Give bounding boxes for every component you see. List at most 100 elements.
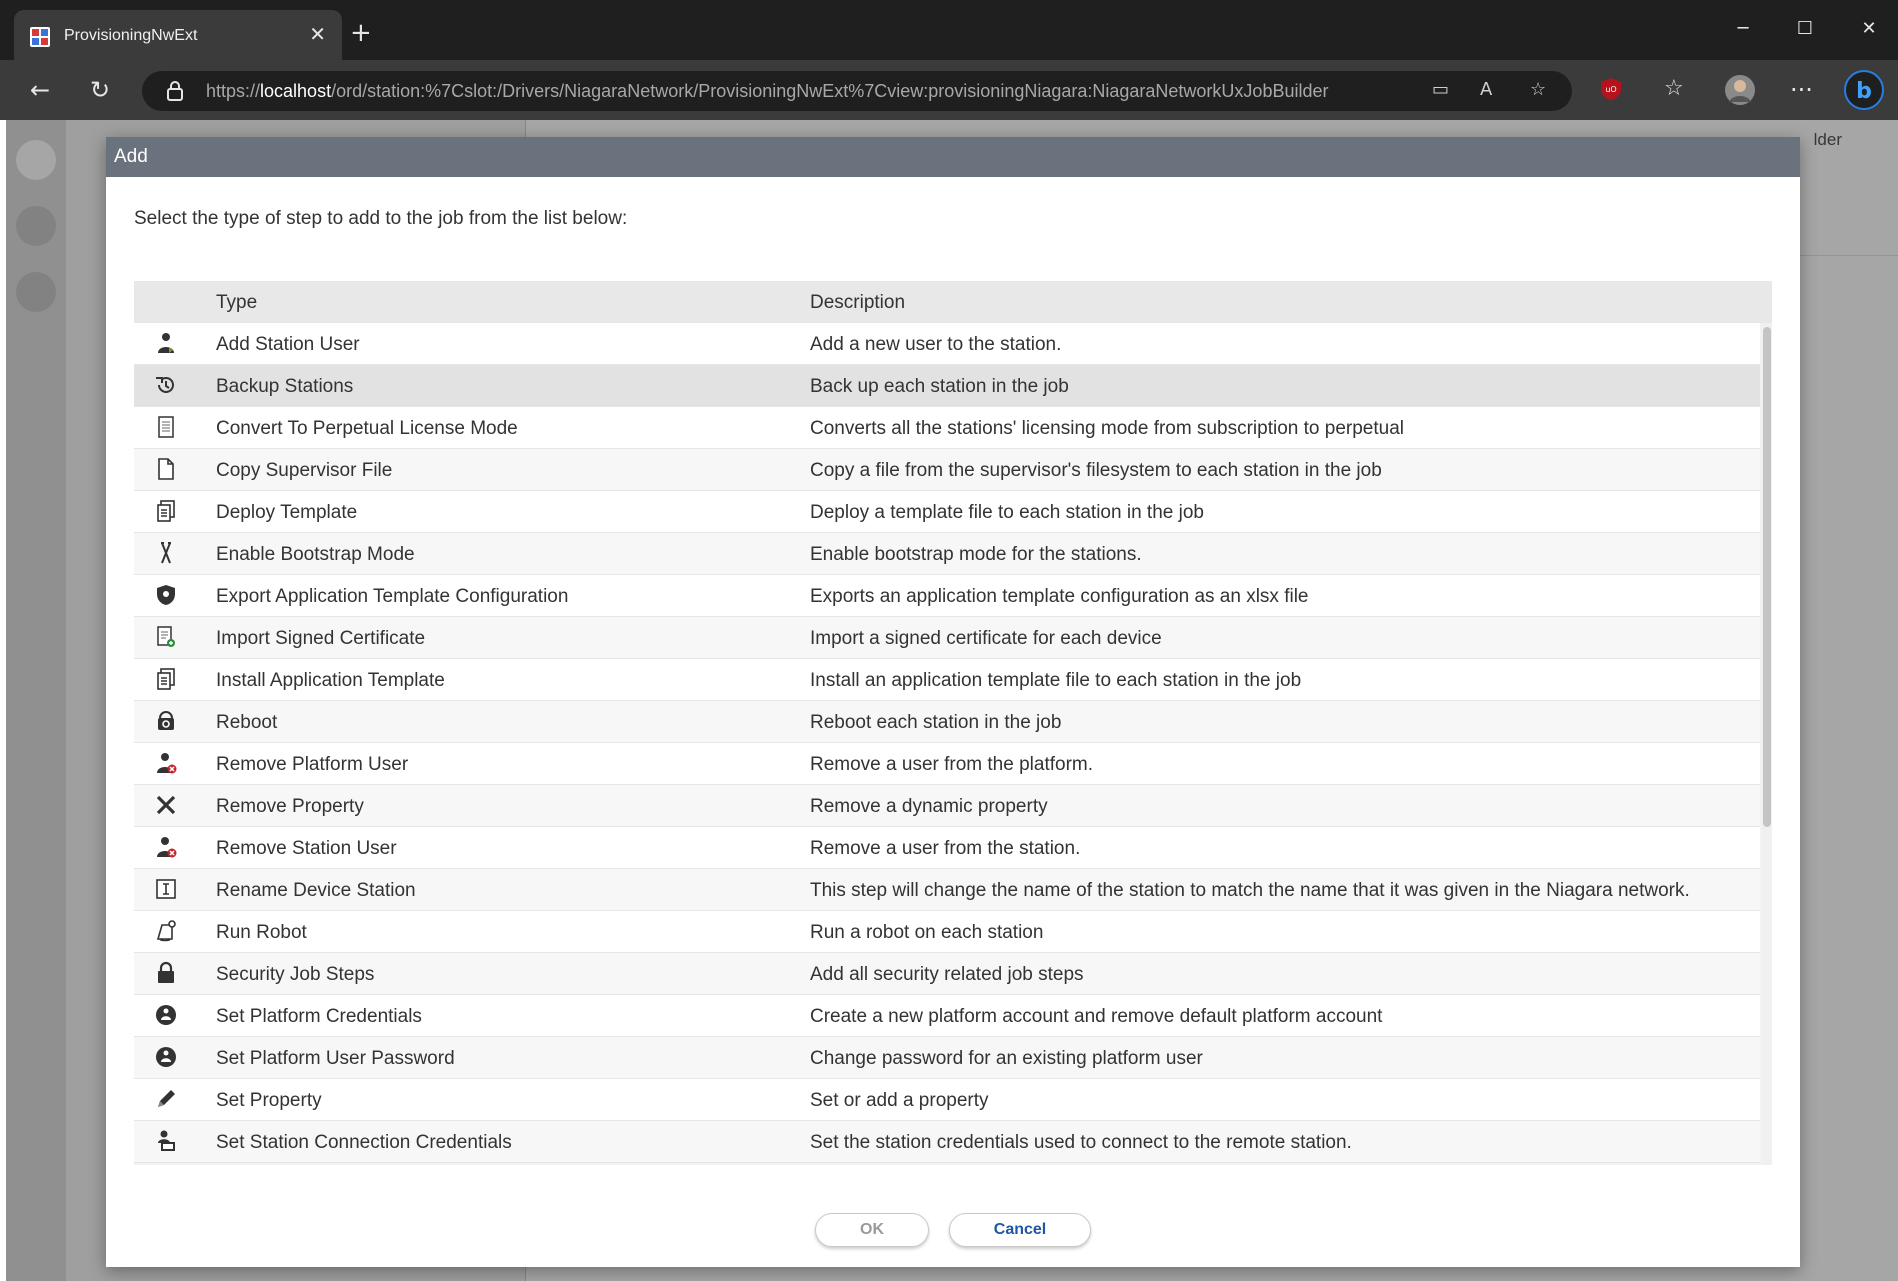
row-description: Deploy a template file to each station i… <box>810 502 1204 523</box>
maximize-icon[interactable]: ☐ <box>1792 18 1818 42</box>
lock-icon <box>158 961 174 983</box>
row-description: Run a robot on each station <box>810 922 1044 943</box>
info-user-icon <box>156 1005 176 1025</box>
row-type: Copy Supervisor File <box>216 460 393 481</box>
tab-close-icon[interactable]: ✕ <box>309 22 326 46</box>
table-row[interactable]: Rename Device Station This step will chan… <box>134 869 1760 911</box>
more-options-icon[interactable]: ··· <box>1790 78 1813 102</box>
table-row[interactable]: Set Platform User Password Change passwor… <box>134 1037 1760 1079</box>
table-row[interactable]: Remove Platform User Remove a user from t… <box>134 743 1760 785</box>
row-type: Export Application Template Configuratio… <box>216 586 569 607</box>
cancel-button[interactable]: Cancel <box>949 1213 1091 1247</box>
row-description: Reboot each station in the job <box>810 712 1062 733</box>
profile-avatar[interactable] <box>1724 74 1756 106</box>
robot-icon <box>156 920 176 942</box>
row-description: Exports an application template configur… <box>810 586 1309 607</box>
dialog-header: Add <box>106 137 1800 177</box>
row-type: Add Station User <box>216 334 360 355</box>
back-arrow-icon[interactable]: ← <box>30 78 50 102</box>
row-type: Import Signed Certificate <box>216 628 426 649</box>
new-tab-icon[interactable]: + <box>350 20 372 46</box>
table-row[interactable]: Enable Bootstrap Mode Enable bootstrap mo… <box>134 533 1760 575</box>
user-remove-icon <box>157 753 177 774</box>
favorites-icon[interactable]: ☆ <box>1664 78 1684 100</box>
url-box[interactable]: https://localhost/ord/station:%7Cslot:/D… <box>142 71 1572 111</box>
table-row[interactable]: Install Application Template Install an a… <box>134 659 1760 701</box>
url-text[interactable]: https://localhost/ord/station:%7Cslot:/D… <box>206 81 1328 102</box>
minimize-icon[interactable]: ─ <box>1730 18 1756 42</box>
table-row[interactable]: Remove Property Remove a dynamic property <box>134 785 1760 827</box>
row-type: Remove Station User <box>216 838 397 859</box>
row-description: Converts all the stations' licensing mod… <box>810 418 1404 439</box>
table-row[interactable]: Copy Supervisor File Copy a file from the… <box>134 449 1760 491</box>
niagara-favicon-icon <box>30 27 50 47</box>
pencil-icon <box>158 1090 175 1107</box>
row-description: Change password for an existing platform… <box>810 1048 1203 1069</box>
browser-tab-bar: ProvisioningNwExt ✕ + ─ ☐ ✕ <box>0 0 1898 60</box>
row-description: Remove a user from the station. <box>810 838 1081 859</box>
row-type: Backup Stations <box>216 376 354 397</box>
row-type: Deploy Template <box>216 502 358 523</box>
ublock-icon[interactable]: uO <box>1600 77 1622 101</box>
reboot-icon <box>158 711 174 730</box>
user-icon <box>158 333 174 353</box>
row-description: Create a new platform account and remove… <box>810 1006 1383 1027</box>
table-scrollbar[interactable] <box>1762 323 1772 1165</box>
row-type: Rename Device Station <box>216 880 416 901</box>
row-description: Set or add a property <box>810 1090 989 1111</box>
table-row[interactable]: Set Property Set or add a property <box>134 1079 1760 1121</box>
dialog-instruction: Select the type of step to add to the jo… <box>134 208 628 229</box>
row-type: Remove Platform User <box>216 754 409 775</box>
table-row[interactable]: Run Robot Run a robot on each station <box>134 911 1760 953</box>
row-type: Convert To Perpetual License Mode <box>216 418 518 439</box>
table-row[interactable]: Deploy Template Deploy a template file to… <box>134 491 1760 533</box>
browser-tab[interactable]: ProvisioningNwExt ✕ <box>14 10 342 60</box>
table-row[interactable]: Backup Stations Back up each station in t… <box>134 365 1760 407</box>
scrollbar-thumb[interactable] <box>1763 327 1771 827</box>
table-row[interactable]: Set Station Connection Credentials Set th… <box>134 1121 1760 1163</box>
row-type: Set Station Connection Credentials <box>216 1132 512 1153</box>
row-type: Remove Property <box>216 796 364 817</box>
template-icon <box>157 668 175 690</box>
add-favorite-icon[interactable]: ☆ <box>1530 79 1546 100</box>
row-type: Set Platform Credentials <box>216 1006 422 1027</box>
column-header-type[interactable]: Type <box>216 292 257 314</box>
row-description: Back up each station in the job <box>810 376 1069 397</box>
table-row[interactable]: Set Platform Credentials Create a new pla… <box>134 995 1760 1037</box>
row-description: Add a new user to the station. <box>810 334 1062 355</box>
table-row[interactable]: Remove Station User Remove a user from th… <box>134 827 1760 869</box>
table-row[interactable]: Reboot Reboot each station in the job <box>134 701 1760 743</box>
table-row[interactable]: Convert To Perpetual License Mode Convert… <box>134 407 1760 449</box>
row-description: Import a signed certificate for each dev… <box>810 628 1162 649</box>
user-credentials-icon <box>158 1130 175 1151</box>
user-remove-icon <box>157 837 177 858</box>
lock-icon <box>167 81 183 101</box>
url-scheme: https:// <box>206 81 261 101</box>
url-path: /ord/station:%7Cslot:/Drivers/NiagaraNet… <box>331 81 1329 101</box>
rename-icon <box>156 879 176 899</box>
row-description: Add all security related job steps <box>810 964 1084 985</box>
table-body: Add Station User Add a new user to the st… <box>134 323 1760 1163</box>
info-user-icon <box>156 1047 176 1067</box>
tab-title: ProvisioningNwExt <box>64 27 198 44</box>
history-icon <box>156 376 174 393</box>
app-available-icon[interactable]: ▭ <box>1432 79 1449 100</box>
ok-button[interactable]: OK <box>815 1213 929 1247</box>
step-type-table: Type Description Add Station User Add a n… <box>134 281 1772 1165</box>
table-row[interactable]: Add Station User Add a new user to the st… <box>134 323 1760 365</box>
row-type: Set Property <box>216 1090 322 1111</box>
bing-copilot-icon[interactable]: b <box>1844 70 1884 110</box>
close-x-icon <box>156 795 176 815</box>
table-row[interactable]: Import Signed Certificate Import a signed… <box>134 617 1760 659</box>
row-description: Remove a dynamic property <box>810 796 1048 817</box>
row-description: Set the station credentials used to conn… <box>810 1132 1352 1153</box>
row-description: Install an application template file to … <box>810 670 1302 691</box>
window-close-icon[interactable]: ✕ <box>1856 18 1882 42</box>
column-header-description[interactable]: Description <box>810 292 905 314</box>
read-aloud-icon[interactable]: A <box>1480 79 1492 100</box>
row-type: Install Application Template <box>216 670 445 691</box>
table-row[interactable]: Security Job Steps Add all security relat… <box>134 953 1760 995</box>
reload-icon[interactable]: ↻ <box>90 78 110 102</box>
table-row[interactable]: Export Application Template Configuratio… <box>134 575 1760 617</box>
certificate-import-icon <box>157 626 175 647</box>
